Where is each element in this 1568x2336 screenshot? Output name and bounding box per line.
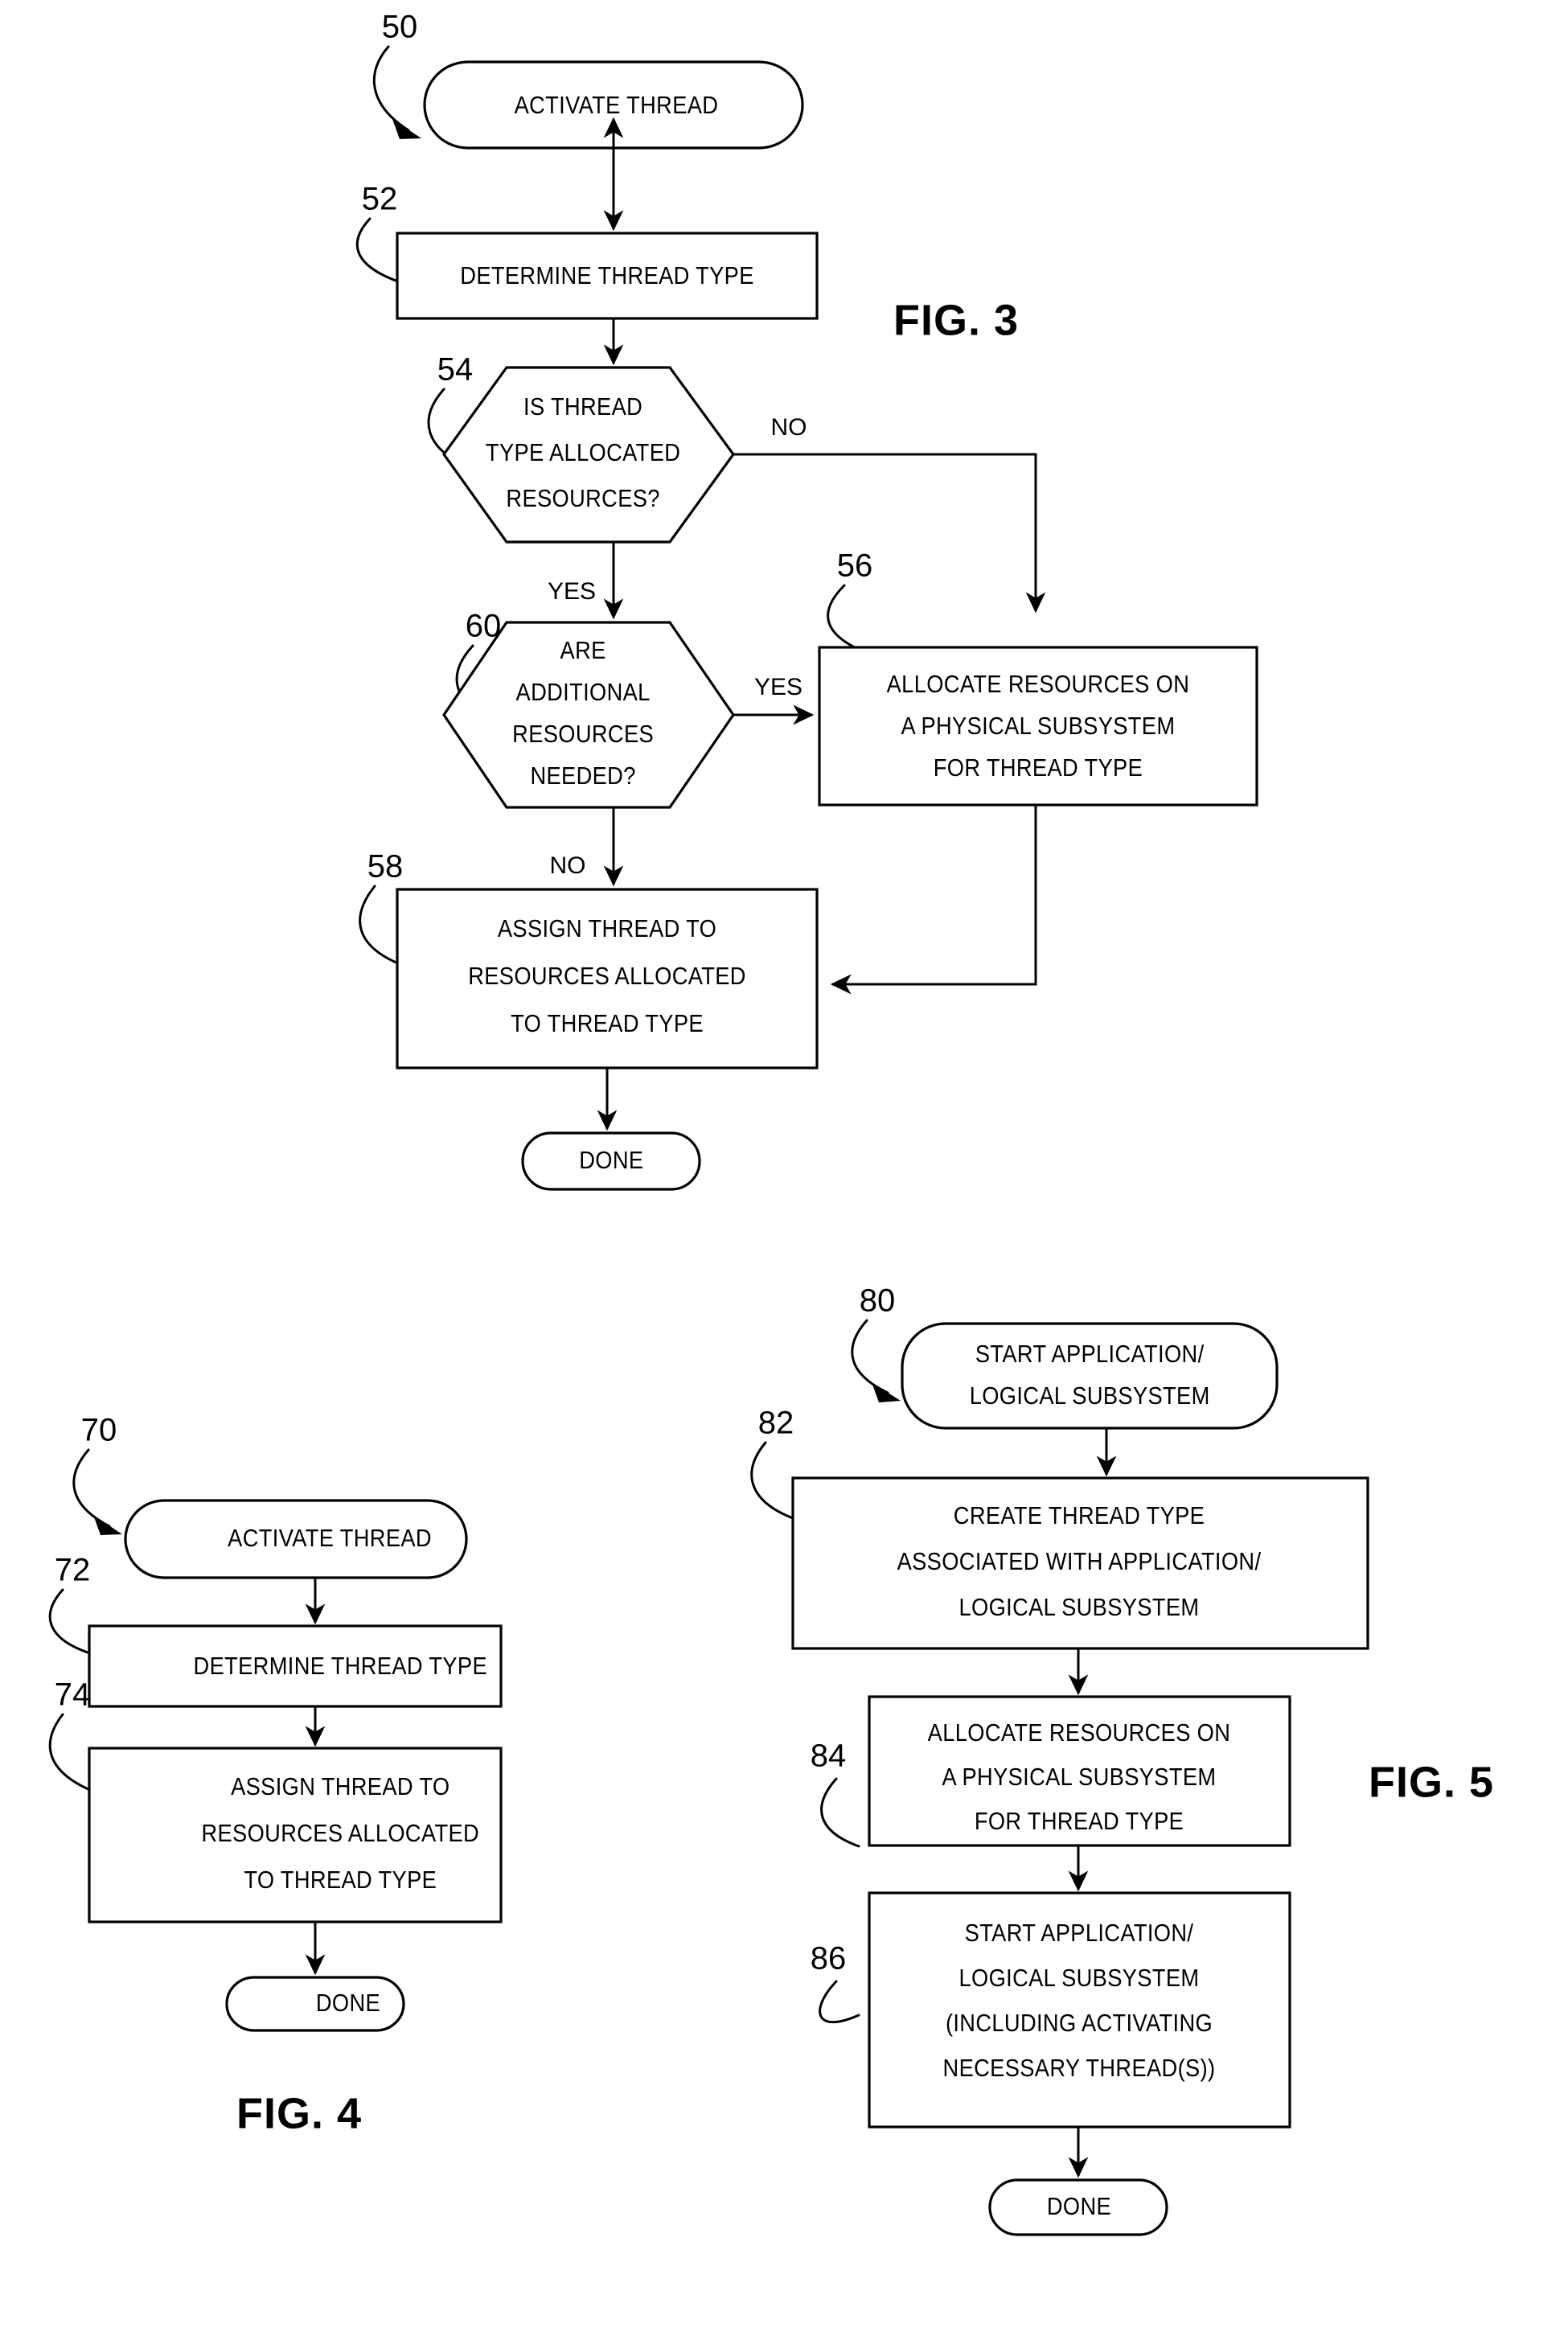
figure-label-4: FIG. 4: [236, 2089, 362, 2137]
node-82-label-line2: ASSOCIATED WITH APPLICATION/: [897, 1549, 1262, 1576]
ref-number-86: 86: [811, 1941, 847, 1977]
node-done-fig3-label: DONE: [579, 1147, 643, 1175]
node-60-label-line2: ADDITIONAL: [516, 679, 651, 707]
node-58-label-line2: RESOURCES ALLOCATED: [468, 963, 746, 991]
node-54-label-line2: TYPE ALLOCATED: [486, 440, 680, 467]
ref-number-50: 50: [382, 10, 418, 45]
edge-label-no-54: NO: [771, 414, 807, 441]
node-74-label-line2: RESOURCES ALLOCATED: [201, 1821, 479, 1848]
connector-54-no-to-56: [733, 453, 1046, 614]
node-56-label-line1: ALLOCATE RESOURCES ON: [887, 671, 1190, 699]
leader-arrow-70: [93, 1515, 122, 1535]
edge-label-yes-54: YES: [548, 578, 596, 605]
node-54-label-line3: RESOURCES?: [506, 486, 659, 513]
leader-line-58: [359, 885, 400, 965]
leader-line-84: [820, 1777, 860, 1848]
node-52-label-line1: DETERMINE THREAD TYPE: [460, 263, 753, 290]
edge-label-no-60: NO: [550, 852, 586, 879]
ref-number-84: 84: [811, 1739, 847, 1774]
flowchart-canvas: 50 ACTIVATE THREAD 52 DETERMINE THREAD T…: [48, 10, 1494, 2236]
node-60-label-line1: ARE: [560, 638, 606, 665]
leader-line-56: [827, 584, 868, 655]
figure-3: 50 ACTIVATE THREAD 52 DETERMINE THREAD T…: [355, 10, 1258, 1191]
ref-number-72: 72: [55, 1553, 91, 1588]
ref-number-52: 52: [362, 182, 398, 217]
ref-number-56: 56: [837, 548, 873, 584]
ref-number-70: 70: [81, 1413, 117, 1448]
node-58-label-line1: ASSIGN THREAD TO: [498, 916, 716, 943]
ref-number-58: 58: [367, 849, 404, 885]
node-80-label-line2: LOGICAL SUBSYSTEM: [970, 1383, 1210, 1410]
ref-number-74: 74: [55, 1677, 91, 1713]
node-72-label-line1: DETERMINE THREAD TYPE: [194, 1653, 487, 1681]
node-58-label-line3: TO THREAD TYPE: [511, 1011, 704, 1038]
connector-56-to-58: [830, 805, 1037, 995]
node-84-label-line3: FOR THREAD TYPE: [975, 1808, 1184, 1836]
ref-number-80: 80: [860, 1283, 896, 1319]
node-84-label-line1: ALLOCATE RESOURCES ON: [928, 1720, 1231, 1747]
node-done-fig4-label: DONE: [316, 1990, 380, 2018]
leader-line-70: [72, 1448, 111, 1528]
node-80-start-application: [901, 1322, 1279, 1430]
ref-number-82: 82: [758, 1406, 794, 1441]
leader-line-52: [355, 217, 400, 283]
node-56-label-line3: FOR THREAD TYPE: [934, 755, 1143, 782]
leader-line-74: [48, 1713, 92, 1792]
leader-line-82: [750, 1441, 794, 1520]
node-86-label-line1: START APPLICATION/: [965, 1920, 1194, 1948]
figure-5: 80 START APPLICATION/ LOGICAL SUBSYSTEM …: [750, 1283, 1494, 2236]
edge-label-yes-60: YES: [754, 674, 802, 700]
node-50-label-line1: ACTIVATE THREAD: [515, 92, 719, 120]
node-82-label-line3: LOGICAL SUBSYSTEM: [959, 1595, 1200, 1622]
figure-4: 70 ACTIVATE THREAD 72 DETERMINE THREAD T…: [48, 1413, 503, 2137]
node-60-label-line4: NEEDED?: [530, 763, 635, 790]
node-60-label-line3: RESOURCES: [512, 721, 654, 749]
node-80-label-line1: START APPLICATION/: [975, 1341, 1205, 1369]
node-70-label-line1: ACTIVATE THREAD: [228, 1525, 432, 1553]
leader-line-86: [819, 1980, 860, 2024]
node-86-label-line3: (INCLUDING ACTIVATING: [946, 2010, 1213, 2038]
leader-line-50: [372, 45, 410, 132]
leader-line-80: [851, 1319, 889, 1394]
leader-arrow-50: [392, 119, 421, 139]
node-74-label-line3: TO THREAD TYPE: [244, 1867, 437, 1895]
leader-arrow-80: [872, 1382, 901, 1402]
figure-label-3: FIG. 3: [893, 296, 1019, 344]
leader-line-72: [48, 1588, 92, 1655]
figure-label-5: FIG. 5: [1369, 1758, 1494, 1806]
node-54-label-line1: IS THREAD: [523, 394, 642, 421]
node-86-label-line2: LOGICAL SUBSYSTEM: [959, 1965, 1200, 1993]
ref-number-54: 54: [437, 352, 474, 388]
node-56-label-line2: A PHYSICAL SUBSYSTEM: [901, 713, 1175, 741]
patent-drawing-sheet: 50 ACTIVATE THREAD 52 DETERMINE THREAD T…: [0, 0, 1568, 2336]
node-done-fig5-label: DONE: [1047, 2194, 1111, 2221]
node-82-label-line1: CREATE THREAD TYPE: [954, 1503, 1205, 1530]
node-84-label-line2: A PHYSICAL SUBSYSTEM: [942, 1764, 1217, 1792]
node-74-label-line1: ASSIGN THREAD TO: [231, 1774, 449, 1801]
node-86-label-line4: NECESSARY THREAD(S)): [943, 2055, 1216, 2083]
